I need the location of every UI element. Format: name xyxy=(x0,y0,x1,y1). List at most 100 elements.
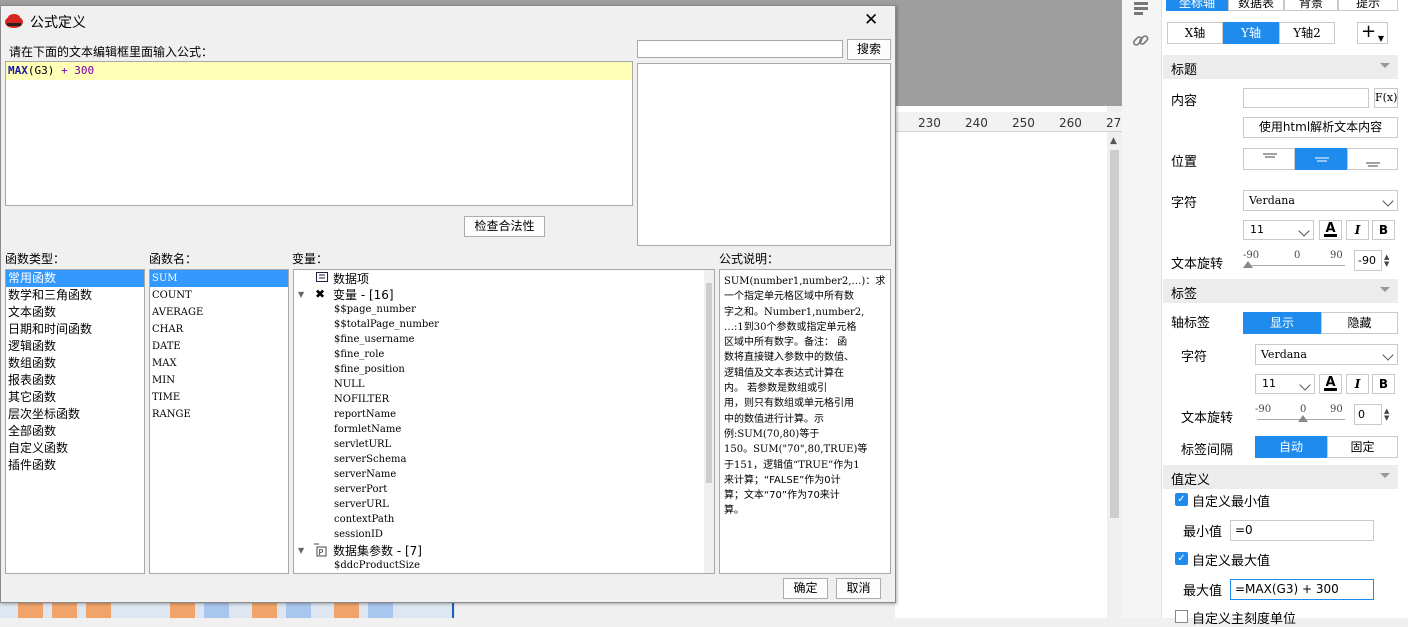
list-item[interactable]: 其它函数 xyxy=(6,389,144,406)
list-item[interactable]: 插件函数 xyxy=(6,457,144,474)
tab-axis[interactable]: 坐标轴 xyxy=(1166,0,1228,11)
search-input[interactable] xyxy=(637,40,843,58)
data-item-node[interactable]: 数据项 xyxy=(333,270,369,287)
variable-item[interactable]: serverURL xyxy=(334,497,694,512)
rotate-slider-thumb[interactable] xyxy=(1243,261,1253,268)
func-names-list[interactable]: SUM COUNT AVERAGE CHAR DATE MAX MIN TIME… xyxy=(149,269,289,574)
scroll-up-icon[interactable]: ▲ xyxy=(1110,136,1117,146)
variable-item[interactable]: serverSchema xyxy=(334,452,694,467)
variable-item[interactable]: sessionID xyxy=(334,527,694,542)
list-item[interactable]: 数学和三角函数 xyxy=(6,287,144,304)
show-button[interactable]: 显示 xyxy=(1243,312,1321,334)
list-item[interactable]: RANGE xyxy=(150,406,288,423)
section-title-header[interactable]: 标题 xyxy=(1163,55,1398,79)
formula-editor[interactable] xyxy=(5,61,633,206)
list-item[interactable]: 逻辑函数 xyxy=(6,338,144,355)
rotate-slider-track[interactable] xyxy=(1245,265,1345,266)
font-family-select[interactable]: Verdana xyxy=(1243,190,1398,211)
ok-button[interactable]: 确定 xyxy=(783,578,828,599)
expand-icon[interactable]: ▼ xyxy=(298,290,304,299)
section-value-def-header[interactable]: 值定义 xyxy=(1163,465,1398,489)
variable-item[interactable]: $fine_role xyxy=(334,347,694,362)
variable-item[interactable]: formletName xyxy=(334,422,694,437)
hide-button[interactable]: 隐藏 xyxy=(1321,312,1398,334)
variable-item[interactable]: $$totalPage_number xyxy=(334,317,694,332)
bold-button-2[interactable]: B xyxy=(1372,374,1395,394)
bold-button[interactable]: B xyxy=(1372,220,1395,240)
layers-icon[interactable] xyxy=(1132,2,1150,16)
list-item[interactable]: MAX xyxy=(150,355,288,372)
close-icon[interactable]: ✕ xyxy=(864,10,878,30)
tab-data-table[interactable]: 数据表 xyxy=(1228,0,1284,11)
add-axis-button[interactable]: + ▼ xyxy=(1357,22,1388,44)
custom-min-checkbox[interactable]: ✓ xyxy=(1175,493,1188,506)
align-bottom-button[interactable] xyxy=(1347,148,1398,170)
list-item[interactable]: 自定义函数 xyxy=(6,440,144,457)
rotate-value-input[interactable]: -90 xyxy=(1354,250,1382,271)
list-item[interactable]: MIN xyxy=(150,372,288,389)
align-center-button[interactable] xyxy=(1295,148,1347,170)
list-item[interactable]: AVERAGE xyxy=(150,304,288,321)
variable-item[interactable]: NULL xyxy=(334,377,694,392)
list-item[interactable]: SUM xyxy=(150,270,288,287)
list-item[interactable]: COUNT xyxy=(150,287,288,304)
interval-auto-button[interactable]: 自动 xyxy=(1255,436,1327,458)
list-item[interactable]: TIME xyxy=(150,389,288,406)
variables-scroll-thumb[interactable] xyxy=(706,283,712,483)
dataset-param-item[interactable]: $ddcProductSize xyxy=(334,558,694,573)
align-left-button[interactable] xyxy=(1243,148,1295,170)
spinner-icon[interactable]: ▲ ▼ xyxy=(1384,408,1389,422)
variable-item[interactable]: serverPort xyxy=(334,482,694,497)
font-family-select-2[interactable]: Verdana xyxy=(1255,344,1398,365)
list-item[interactable]: CHAR xyxy=(150,321,288,338)
title-content-input[interactable] xyxy=(1243,88,1369,108)
list-item[interactable]: 常用函数 xyxy=(6,270,144,287)
max-value-input[interactable]: =MAX(G3) + 300 xyxy=(1230,579,1374,600)
variable-item[interactable]: contextPath xyxy=(334,512,694,527)
font-color-button-2[interactable]: A xyxy=(1319,374,1342,394)
custom-major-checkbox[interactable] xyxy=(1175,610,1188,623)
list-item[interactable]: 数组函数 xyxy=(6,355,144,372)
list-item[interactable]: 报表函数 xyxy=(6,372,144,389)
font-size-select-2[interactable]: 11 xyxy=(1255,374,1315,394)
rotate-value-input-2[interactable]: 0 xyxy=(1354,404,1382,425)
variable-item[interactable]: NOFILTER xyxy=(334,392,694,407)
canvas-scroll-thumb[interactable] xyxy=(1110,150,1119,518)
variable-item[interactable]: serverName xyxy=(334,467,694,482)
search-button[interactable]: 搜索 xyxy=(847,39,891,60)
variable-item[interactable]: $fine_username xyxy=(334,332,694,347)
min-value-input[interactable]: =0 xyxy=(1230,520,1374,541)
variable-item[interactable]: servletURL xyxy=(334,437,694,452)
variable-item[interactable]: $fine_position xyxy=(334,362,694,377)
tab-y-axis[interactable]: Y轴 xyxy=(1223,22,1279,44)
search-results-list[interactable] xyxy=(637,63,891,246)
func-types-list[interactable]: 常用函数 数学和三角函数 文本函数 日期和时间函数 逻辑函数 数组函数 报表函数… xyxy=(5,269,145,574)
formula-text[interactable]: MAX(G3) + 300 xyxy=(8,63,94,79)
dataset-params-node[interactable]: 数据集参数 - [7] xyxy=(333,542,422,559)
italic-button[interactable]: I xyxy=(1346,220,1369,240)
spinner-icon[interactable]: ▲ ▼ xyxy=(1384,254,1389,268)
tab-x-axis[interactable]: X轴 xyxy=(1167,22,1223,44)
rotate-slider-thumb-2[interactable] xyxy=(1298,415,1308,422)
check-validity-button[interactable]: 检查合法性 xyxy=(464,216,545,237)
interval-fixed-button[interactable]: 固定 xyxy=(1327,436,1398,458)
font-size-select[interactable]: 11 xyxy=(1243,220,1314,240)
link-icon[interactable] xyxy=(1132,32,1150,50)
formula-button[interactable]: F(x) xyxy=(1374,88,1398,108)
list-item[interactable]: 全部函数 xyxy=(6,423,144,440)
use-html-button[interactable]: 使用html解析文本内容 xyxy=(1243,117,1398,138)
tab-tooltip[interactable]: 提示 xyxy=(1338,0,1398,11)
list-item[interactable]: 文本函数 xyxy=(6,304,144,321)
variable-item[interactable]: $$page_number xyxy=(334,302,694,317)
tab-background[interactable]: 背景 xyxy=(1284,0,1338,11)
list-item[interactable]: 层次坐标函数 xyxy=(6,406,144,423)
italic-button-2[interactable]: I xyxy=(1346,374,1369,394)
custom-max-checkbox[interactable]: ✓ xyxy=(1175,552,1188,565)
cancel-button[interactable]: 取消 xyxy=(836,578,881,599)
expand-icon[interactable]: ▼ xyxy=(298,546,304,555)
variable-item[interactable]: reportName xyxy=(334,407,694,422)
section-label-header[interactable]: 标签 xyxy=(1163,279,1398,303)
tab-y-axis-2[interactable]: Y轴2 xyxy=(1279,22,1335,44)
list-item[interactable]: 日期和时间函数 xyxy=(6,321,144,338)
variables-group-node[interactable]: 变量 - [16] xyxy=(333,286,394,303)
